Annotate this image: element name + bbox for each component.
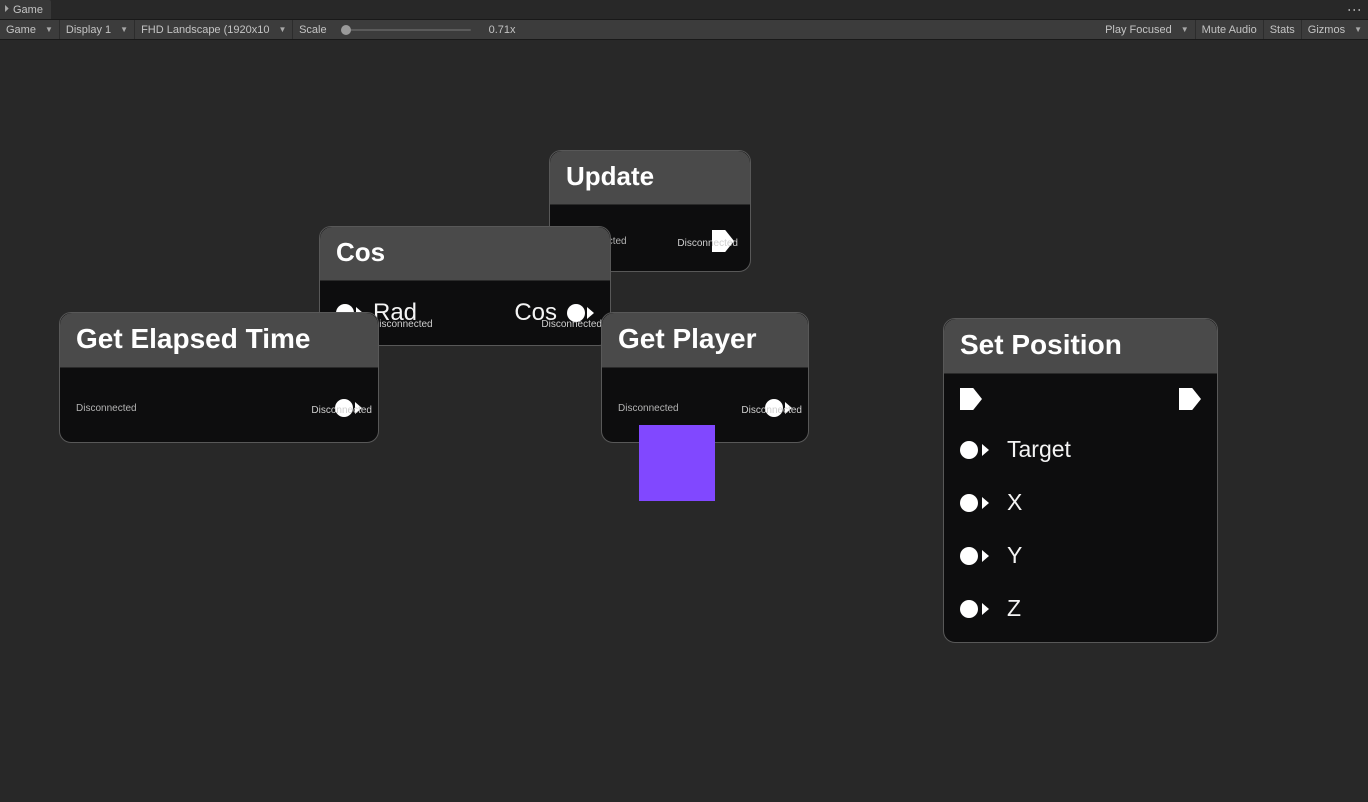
node-title: Get Elapsed Time xyxy=(60,313,378,368)
camera-icon: ⏵ xyxy=(4,4,9,15)
port-label: X xyxy=(1007,489,1022,516)
port-label: Z xyxy=(1007,595,1021,622)
port-tag: Disconnected xyxy=(741,405,802,416)
tab-menu-button[interactable]: ⋮ xyxy=(1346,3,1363,18)
input-row-x: X xyxy=(960,483,1201,522)
port-tag: Disconnected xyxy=(618,403,679,414)
gizmos-dropdown[interactable]: Gizmos ▼ xyxy=(1302,20,1368,39)
exec-in-port[interactable] xyxy=(960,388,982,410)
port-tag: Disconnected xyxy=(372,319,433,330)
mute-audio-toggle[interactable]: Mute Audio xyxy=(1196,20,1264,39)
node-set-position[interactable]: Set Position Target X xyxy=(943,318,1218,643)
game-view[interactable]: Update Disconnected Disconnected Cos Rad… xyxy=(0,40,1368,802)
tab-label: Game xyxy=(13,4,43,16)
node-get-elapsed-time[interactable]: Get Elapsed Time Disconnected Disconnect… xyxy=(59,312,379,443)
display-dropdown[interactable]: Display 1 ▼ xyxy=(60,20,135,39)
input-row-z: Z xyxy=(960,589,1201,628)
chevron-down-icon: ▼ xyxy=(120,25,128,34)
node-title: Cos xyxy=(320,227,610,281)
scale-label: Scale xyxy=(299,24,327,36)
tab-game[interactable]: ⏵ Game xyxy=(0,0,51,19)
player-square xyxy=(639,425,715,501)
data-in-port[interactable] xyxy=(960,441,989,459)
data-in-port[interactable] xyxy=(960,547,989,565)
chevron-down-icon: ▼ xyxy=(1354,25,1362,34)
resolution-dropdown[interactable]: FHD Landscape (1920x10 ▼ xyxy=(135,20,293,39)
scale-control[interactable]: Scale 0.71x xyxy=(293,20,521,39)
port-label: Target xyxy=(1007,436,1071,463)
scale-slider[interactable] xyxy=(341,29,471,31)
toolbar-spacer xyxy=(522,20,1100,39)
node-title: Set Position xyxy=(944,319,1217,374)
game-toolbar: Game ▼ Display 1 ▼ FHD Landscape (1920x1… xyxy=(0,20,1368,40)
port-tag: Disconnected xyxy=(677,238,738,249)
stats-toggle[interactable]: Stats xyxy=(1264,20,1302,39)
chevron-down-icon: ▼ xyxy=(278,25,286,34)
node-title: Get Player xyxy=(602,313,808,368)
port-label: Y xyxy=(1007,542,1022,569)
data-in-port[interactable] xyxy=(960,494,989,512)
scale-slider-knob[interactable] xyxy=(341,25,351,35)
input-row-y: Y xyxy=(960,536,1201,575)
tab-bar: ⏵ Game ⋮ xyxy=(0,0,1368,20)
node-get-player[interactable]: Get Player Disconnected Disconnected xyxy=(601,312,809,443)
view-dropdown[interactable]: Game ▼ xyxy=(0,20,60,39)
chevron-down-icon: ▼ xyxy=(45,25,53,34)
exec-out-port[interactable] xyxy=(1179,388,1201,410)
node-title: Update xyxy=(550,151,750,205)
port-tag: Disconnected xyxy=(311,405,372,416)
scale-value: 0.71x xyxy=(485,24,516,36)
play-mode-dropdown[interactable]: Play Focused ▼ xyxy=(1099,20,1196,39)
input-row-target: Target xyxy=(960,430,1201,469)
data-in-port[interactable] xyxy=(960,600,989,618)
port-tag: Disconnected xyxy=(76,403,137,414)
chevron-down-icon: ▼ xyxy=(1181,25,1189,34)
port-tag: Disconnected xyxy=(541,319,602,330)
